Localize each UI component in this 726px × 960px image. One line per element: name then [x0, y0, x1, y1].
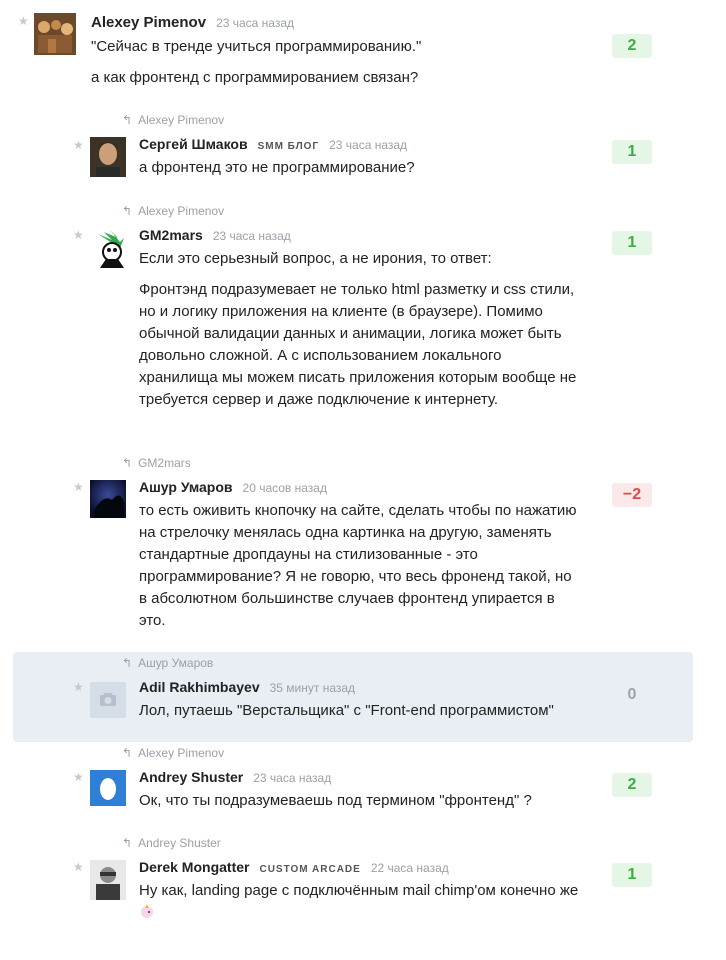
favorite-star-icon[interactable]: ★ — [73, 138, 84, 152]
unicorn-emoji-icon — [139, 903, 155, 919]
comment-text: то есть оживить кнопочку на сайте, сдела… — [139, 502, 577, 629]
timestamp[interactable]: 22 часа назад — [371, 861, 449, 875]
reply-to[interactable]: ↰ GM2mars — [122, 456, 191, 470]
reply-to-author[interactable]: Alexey Pimenov — [138, 204, 224, 218]
comment-text: а фронтенд это не программирование? — [139, 159, 415, 176]
comment-text: Лол, путаешь "Верстальщика" с "Front-end… — [139, 702, 554, 719]
reply-to[interactable]: ↰ Alexey Pimenov — [122, 204, 224, 218]
avatar[interactable] — [90, 137, 126, 177]
reply-arrow-icon: ↰ — [122, 456, 133, 470]
reply-arrow-icon: ↰ — [122, 656, 133, 670]
timestamp[interactable]: 23 часа назад — [213, 229, 291, 243]
comment-text: Фронтэнд подразумевает не только html ра… — [139, 281, 577, 408]
favorite-star-icon[interactable]: ★ — [73, 770, 84, 784]
comment-score[interactable]: 1 — [612, 863, 652, 887]
avatar[interactable] — [90, 770, 126, 806]
timestamp[interactable]: 35 минут назад — [270, 681, 355, 695]
blog-name[interactable]: SMM БЛОГ — [258, 141, 320, 152]
comment-text: Если это серьезный вопрос, а не ирония, … — [139, 250, 492, 267]
author-name[interactable]: Ашур Умаров — [139, 479, 233, 495]
favorite-star-icon[interactable]: ★ — [73, 860, 84, 874]
author-name[interactable]: Andrey Shuster — [139, 769, 243, 785]
avatar[interactable] — [90, 228, 130, 268]
favorite-star-icon[interactable]: ★ — [73, 228, 84, 242]
blog-name[interactable]: CUSTOM ARCADE — [259, 864, 360, 875]
reply-to-author[interactable]: Ашур Умаров — [138, 656, 213, 670]
favorite-star-icon[interactable]: ★ — [73, 480, 84, 494]
avatar[interactable] — [34, 13, 76, 55]
comment-text: Ну как, landing page с подключённым mail… — [139, 882, 579, 899]
reply-to-author[interactable]: Alexey Pimenov — [138, 113, 224, 127]
favorite-star-icon[interactable]: ★ — [73, 680, 84, 694]
avatar[interactable] — [90, 682, 126, 718]
reply-arrow-icon: ↰ — [122, 204, 133, 218]
comment-score[interactable]: 1 — [612, 140, 652, 164]
favorite-star-icon[interactable]: ★ — [18, 14, 29, 28]
author-name[interactable]: Сергей Шмаков — [139, 136, 248, 152]
reply-to[interactable]: ↰ Andrey Shuster — [122, 836, 221, 850]
reply-arrow-icon: ↰ — [122, 836, 133, 850]
reply-to-author[interactable]: Alexey Pimenov — [138, 746, 224, 760]
comment-score[interactable]: −2 — [612, 483, 652, 507]
reply-arrow-icon: ↰ — [122, 113, 133, 127]
timestamp[interactable]: 23 часа назад — [253, 771, 331, 785]
timestamp[interactable]: 23 часа назад — [329, 138, 407, 152]
comment-text: "Сейчас в тренде учиться программировани… — [91, 38, 422, 55]
author-name[interactable]: Adil Rakhimbayev — [139, 679, 260, 695]
reply-to[interactable]: ↰ Alexey Pimenov — [122, 746, 224, 760]
reply-arrow-icon: ↰ — [122, 746, 133, 760]
camera-icon — [100, 693, 116, 706]
avatar[interactable] — [90, 860, 126, 900]
author-name[interactable]: Derek Mongatter — [139, 859, 249, 875]
comment-score[interactable]: 2 — [612, 34, 652, 58]
reply-to-author[interactable]: GM2mars — [138, 456, 191, 470]
reply-to[interactable]: ↰ Ашур Умаров — [122, 656, 213, 670]
timestamp[interactable]: 20 часов назад — [243, 481, 327, 495]
comment-score[interactable]: 0 — [612, 683, 652, 707]
comment-text: Ок, что ты подразумеваешь под термином "… — [139, 792, 532, 809]
reply-to[interactable]: ↰ Alexey Pimenov — [122, 113, 224, 127]
author-name[interactable]: Alexey Pimenov — [91, 14, 206, 31]
avatar[interactable] — [90, 480, 126, 518]
reply-to-author[interactable]: Andrey Shuster — [138, 836, 221, 850]
comment-score[interactable]: 1 — [612, 231, 652, 255]
comment-text: а как фронтенд с программированием связа… — [91, 69, 419, 86]
comment-score[interactable]: 2 — [612, 773, 652, 797]
timestamp[interactable]: 23 часа назад — [216, 16, 294, 30]
author-name[interactable]: GM2mars — [139, 227, 203, 243]
